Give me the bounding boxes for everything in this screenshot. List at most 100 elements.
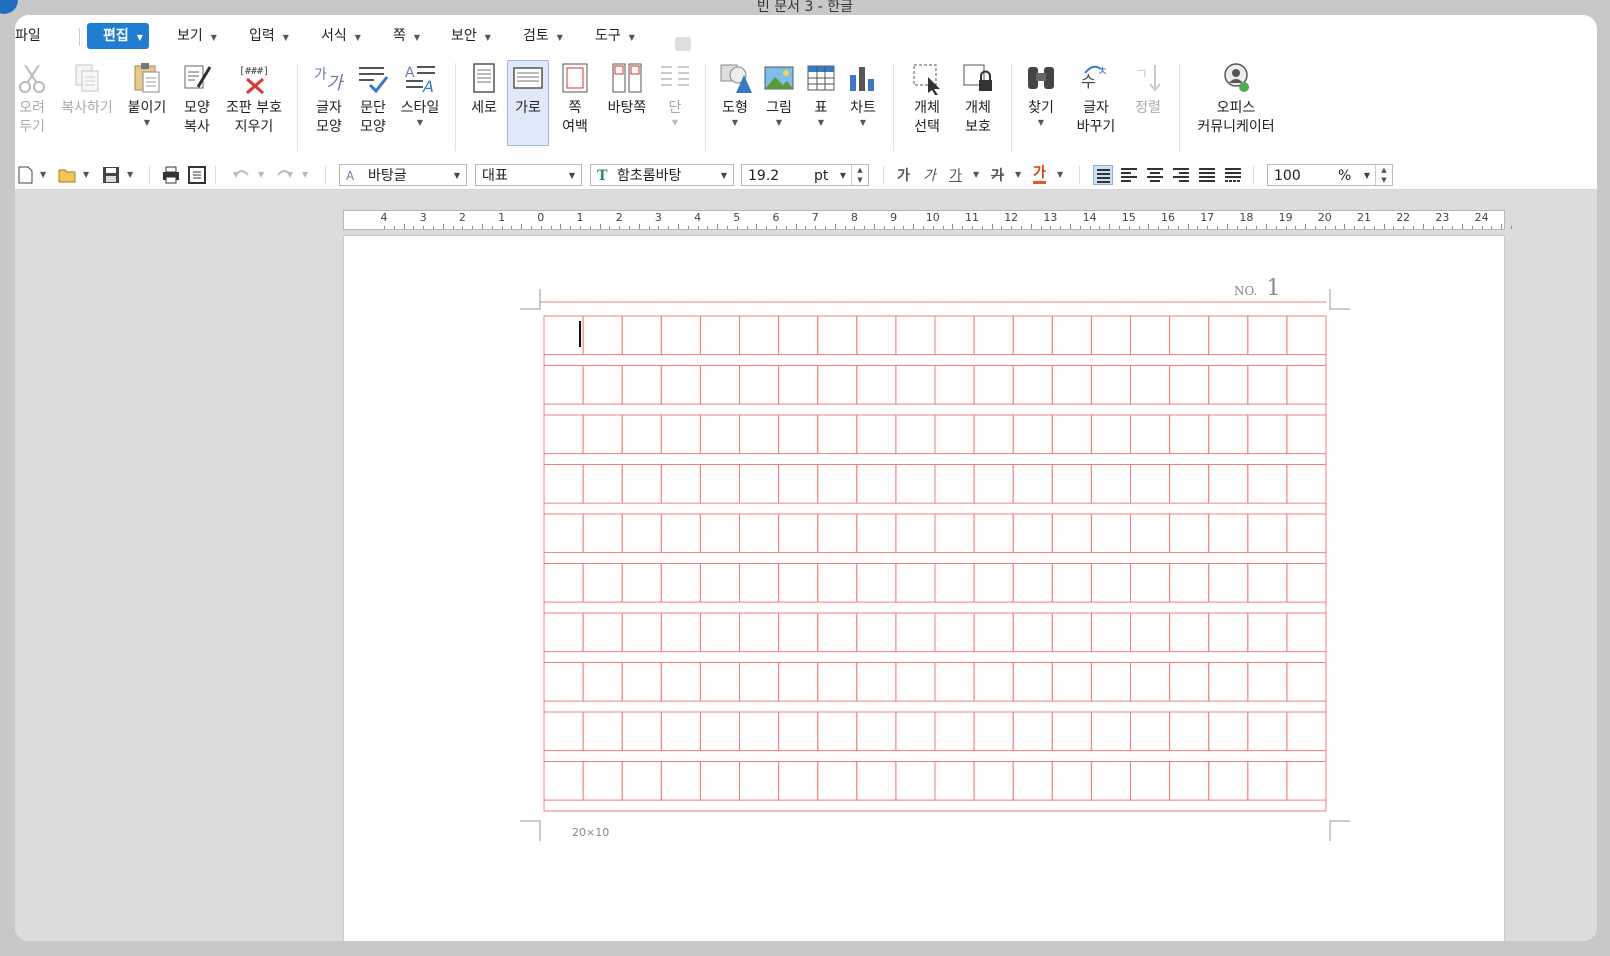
grid-cell[interactable] — [1090, 612, 1132, 653]
grid-cell[interactable] — [1169, 612, 1210, 653]
grid-cell[interactable] — [895, 315, 936, 356]
portrait-button[interactable]: 세로 — [465, 61, 503, 118]
grid-cell[interactable] — [934, 513, 975, 554]
font-select[interactable]: T 함초롬바탕 ▼ — [590, 164, 734, 186]
grid-cell[interactable] — [778, 513, 819, 554]
grid-cell[interactable] — [1090, 761, 1132, 801]
distribute-align-icon[interactable] — [1197, 165, 1217, 185]
grid-cell[interactable] — [739, 513, 780, 554]
grid-cell[interactable] — [543, 315, 584, 356]
grid-cell[interactable] — [817, 761, 858, 801]
zoom-input[interactable]: 100 % ▼ ▲ ▼ — [1267, 164, 1393, 186]
grid-cell[interactable] — [778, 464, 819, 504]
grid-cell[interactable] — [1090, 662, 1132, 702]
grid-cell[interactable] — [856, 365, 897, 405]
grid-cell[interactable] — [1247, 464, 1288, 504]
print-preview-icon[interactable] — [187, 165, 207, 185]
grid-cell[interactable] — [1169, 563, 1210, 603]
grid-cell[interactable] — [778, 761, 819, 801]
grid-cell[interactable] — [543, 612, 584, 653]
grid-cell[interactable] — [778, 612, 819, 653]
grid-cell[interactable] — [621, 315, 662, 356]
open-folder-icon[interactable] — [57, 165, 77, 185]
grid-cell[interactable] — [1169, 711, 1210, 752]
grid-cell[interactable] — [1208, 563, 1249, 603]
grid-cell[interactable] — [621, 365, 662, 405]
grid-cell[interactable] — [1286, 365, 1327, 405]
grid-cell[interactable] — [778, 711, 819, 752]
cut-button[interactable]: 오려 두기 — [15, 61, 49, 137]
grid-cell[interactable] — [895, 464, 936, 504]
chevron-down-icon[interactable]: ▼ — [127, 170, 133, 179]
grid-cell[interactable] — [895, 414, 936, 455]
grid-cell[interactable] — [1130, 464, 1171, 504]
grid-cell[interactable] — [895, 365, 936, 405]
grid-cell[interactable] — [660, 315, 701, 356]
justify-align-icon[interactable] — [1093, 165, 1113, 185]
grid-cell[interactable] — [543, 662, 584, 702]
grid-cell[interactable] — [934, 464, 975, 504]
menu-tools[interactable]: 도구 ▼ — [595, 23, 635, 49]
divide-align-icon[interactable] — [1223, 165, 1243, 185]
grid-cell[interactable] — [817, 365, 858, 405]
grid-cell[interactable] — [1012, 662, 1053, 702]
document-page[interactable]: NO. 1 20×10 — [343, 235, 1505, 941]
grid-cell[interactable] — [895, 662, 936, 702]
object-protect-button[interactable]: 개체 보호 — [957, 61, 999, 137]
grid-cell[interactable] — [1247, 662, 1288, 702]
grid-cell[interactable] — [1012, 464, 1053, 504]
grid-cell[interactable] — [1090, 315, 1132, 356]
grid-cell[interactable] — [1247, 711, 1288, 752]
grid-cell[interactable] — [934, 761, 975, 801]
grid-cell[interactable] — [582, 612, 623, 653]
grid-cell[interactable] — [1051, 563, 1092, 603]
grid-cell[interactable] — [1090, 365, 1132, 405]
menu-review[interactable]: 검토 ▼ — [523, 23, 563, 49]
horizontal-ruler[interactable]: 4 3 2 1 0 1 2 3 4 5 6 7 8 9 10 11 12 13 14 15 16 17 18 19 20 21 22… — [343, 210, 1512, 230]
grid-cell[interactable] — [1012, 761, 1053, 801]
grid-cell[interactable] — [1130, 365, 1171, 405]
char-shape-button[interactable]: 가가 글자 모양 — [309, 61, 349, 137]
columns-button[interactable]: 단 ▼ — [657, 61, 693, 128]
grid-cell[interactable] — [739, 711, 780, 752]
grid-cell[interactable] — [1286, 761, 1327, 801]
grid-cell[interactable] — [1208, 464, 1249, 504]
menu-file[interactable]: 파일 — [15, 23, 41, 49]
style-button[interactable]: AA 스타일 ▼ — [397, 61, 443, 128]
grid-cell[interactable] — [543, 464, 584, 504]
grid-cell[interactable] — [895, 612, 936, 653]
grid-cell[interactable] — [621, 711, 662, 752]
grid-cell[interactable] — [1012, 414, 1053, 455]
grid-cell[interactable] — [621, 414, 662, 455]
grid-cell[interactable] — [1090, 563, 1132, 603]
grid-cell[interactable] — [621, 662, 662, 702]
margins-button[interactable]: 쪽 여백 — [553, 61, 597, 137]
copy-button[interactable]: 복사하기 — [57, 61, 117, 118]
grid-cell[interactable] — [973, 464, 1014, 504]
grid-cell[interactable] — [778, 662, 819, 702]
grid-cell[interactable] — [778, 563, 819, 603]
grid-cell[interactable] — [856, 414, 897, 455]
grid-cell[interactable] — [1051, 464, 1092, 504]
para-shape-button[interactable]: 문단 모양 — [353, 61, 393, 137]
grid-cell[interactable] — [934, 711, 975, 752]
grid-cell[interactable] — [817, 315, 858, 356]
grid-cell[interactable] — [543, 711, 584, 752]
new-document-icon[interactable] — [15, 165, 35, 185]
grid-cell[interactable] — [856, 315, 897, 356]
grid-cell[interactable] — [582, 365, 623, 405]
grid-cell[interactable] — [739, 662, 780, 702]
grid-cell[interactable] — [895, 563, 936, 603]
grid-cell[interactable] — [1012, 315, 1053, 356]
object-select-button[interactable]: 개체 선택 — [903, 61, 951, 137]
grid-cell[interactable] — [621, 513, 662, 554]
grid-cell[interactable] — [543, 513, 584, 554]
chart-button[interactable]: 차트 ▼ — [845, 61, 881, 128]
grid-cell[interactable] — [1247, 513, 1288, 554]
grid-cell[interactable] — [1247, 612, 1288, 653]
grid-cell[interactable] — [1130, 662, 1171, 702]
grid-cell[interactable] — [1286, 513, 1327, 554]
grid-cell[interactable] — [1208, 761, 1249, 801]
chevron-down-icon[interactable]: ▼ — [83, 170, 89, 179]
grid-cell[interactable] — [934, 315, 975, 356]
